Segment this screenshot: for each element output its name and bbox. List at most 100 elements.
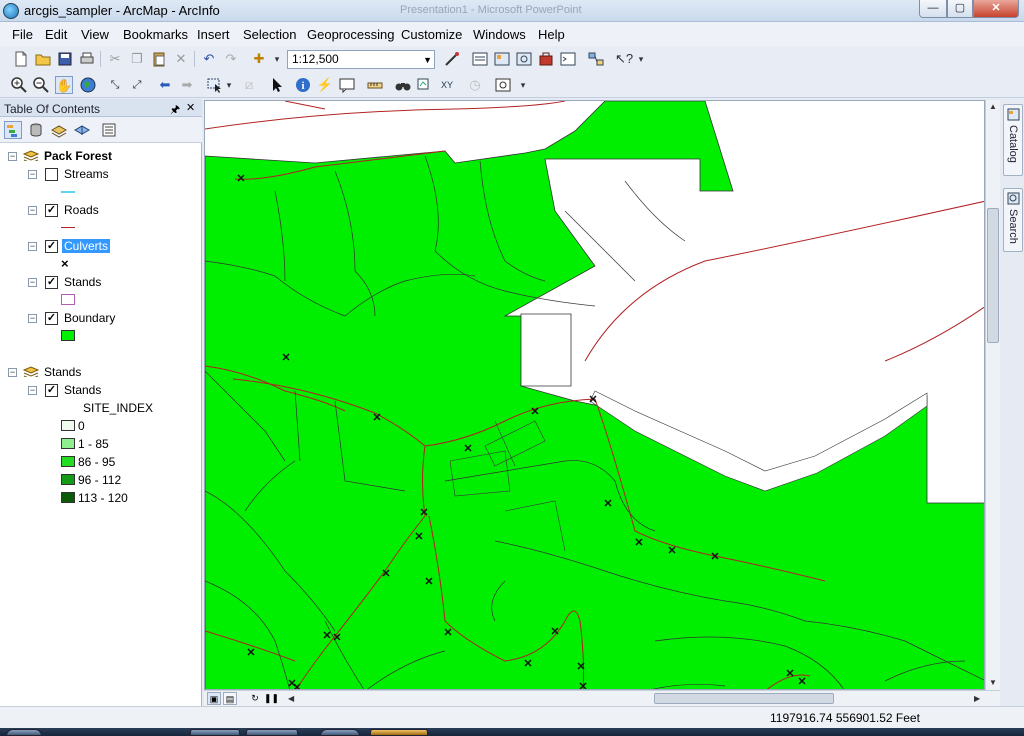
collapse-group-stands[interactable]: −	[8, 368, 17, 377]
list-by-drawing-order-icon[interactable]	[4, 121, 22, 139]
menu-view[interactable]: View	[81, 27, 109, 42]
find-route-icon[interactable]	[416, 76, 434, 94]
python-window-icon[interactable]	[559, 50, 577, 68]
list-by-source-icon[interactable]	[27, 121, 45, 139]
fixed-zoom-out-icon[interactable]: ⤢	[128, 76, 146, 94]
catalog-tab[interactable]: Catalog	[1003, 104, 1023, 176]
search-window-icon[interactable]	[515, 50, 533, 68]
zoom-in-icon[interactable]	[10, 76, 28, 94]
select-dropdown-icon[interactable]: ▾	[224, 76, 234, 94]
chevron-down-icon[interactable]: ▼	[423, 52, 432, 69]
scroll-left-arrow-icon[interactable]: ◀	[288, 694, 294, 703]
close-button[interactable]: ✕	[973, 0, 1019, 18]
pan-hand-icon[interactable]: ✋	[55, 76, 73, 94]
catalog-window-icon[interactable]	[493, 50, 511, 68]
copy-icon[interactable]: ❐	[128, 50, 146, 68]
streams-visibility-checkbox[interactable]	[45, 168, 58, 181]
back-extent-icon[interactable]: ⬅	[156, 76, 174, 94]
add-data-dropdown-icon[interactable]: ▾	[268, 50, 286, 68]
toc-options-icon[interactable]	[100, 121, 118, 139]
html-popup-icon[interactable]	[338, 76, 356, 94]
roads-visibility-checkbox[interactable]: ✓	[45, 204, 58, 217]
layer-name-roads[interactable]: Roads	[64, 201, 99, 219]
measure-icon[interactable]	[366, 76, 384, 94]
culverts-visibility-checkbox[interactable]: ✓	[45, 240, 58, 253]
group-name-stands[interactable]: Stands	[44, 363, 81, 381]
open-folder-icon[interactable]	[34, 50, 52, 68]
go-to-xy-icon[interactable]: XY	[438, 76, 456, 94]
select-elements-arrow-icon[interactable]	[268, 76, 286, 94]
collapse-layer-streams[interactable]: −	[28, 170, 37, 179]
map-vertical-scrollbar[interactable]: ▲ ▼	[985, 100, 1000, 690]
layer-name-stands[interactable]: Stands	[64, 273, 101, 291]
menu-windows[interactable]: Windows	[473, 27, 526, 42]
save-icon[interactable]	[56, 50, 74, 68]
forest-map[interactable]	[205, 101, 985, 690]
minimize-button[interactable]: —	[919, 0, 947, 18]
layer-name-culverts[interactable]: Culverts	[62, 237, 111, 255]
undo-icon[interactable]: ↶	[200, 50, 218, 68]
add-data-icon[interactable]: ✚	[250, 50, 268, 68]
refresh-icon[interactable]: ↻	[248, 692, 262, 705]
menu-selection[interactable]: Selection	[243, 27, 296, 42]
select-features-icon[interactable]	[206, 76, 224, 94]
maximize-button[interactable]: ▢	[947, 0, 973, 18]
taskbar-button[interactable]	[370, 729, 428, 736]
whats-this-help-icon[interactable]: ↖?	[615, 50, 633, 68]
layer-name-boundary[interactable]: Boundary	[64, 309, 115, 327]
full-extent-globe-icon[interactable]	[79, 76, 97, 94]
forward-extent-icon[interactable]: ➡	[178, 76, 196, 94]
zoom-out-icon[interactable]	[32, 76, 50, 94]
pause-drawing-icon[interactable]: ❚❚	[264, 692, 279, 705]
clear-selection-icon[interactable]: ⧄	[240, 76, 258, 94]
boundary-visibility-checkbox[interactable]: ✓	[45, 312, 58, 325]
new-document-icon[interactable]	[12, 50, 30, 68]
collapse-layer-culverts[interactable]: −	[28, 242, 37, 251]
start-orb-icon[interactable]	[6, 729, 42, 736]
taskbar-button[interactable]	[190, 729, 240, 736]
find-binoculars-icon[interactable]	[394, 76, 412, 94]
collapse-layer-stands-site-index[interactable]: −	[28, 386, 37, 395]
horizontal-scroll-thumb[interactable]	[654, 693, 834, 704]
close-icon[interactable]: ✕	[186, 101, 195, 114]
taskbar-button[interactable]	[320, 729, 360, 736]
redo-icon[interactable]: ↷	[222, 50, 240, 68]
print-icon[interactable]	[78, 50, 96, 68]
menu-geoprocessing[interactable]: Geoprocessing	[307, 27, 394, 42]
menu-customize[interactable]: Customize	[401, 27, 462, 42]
menu-help[interactable]: Help	[538, 27, 565, 42]
table-of-contents-icon[interactable]	[471, 50, 489, 68]
menu-bookmarks[interactable]: Bookmarks	[123, 27, 188, 42]
scroll-up-arrow-icon[interactable]: ▲	[989, 102, 997, 111]
editor-toolbar-icon[interactable]	[443, 50, 461, 68]
stands-visibility-checkbox[interactable]: ✓	[45, 276, 58, 289]
cut-icon[interactable]: ✂	[106, 50, 124, 68]
group-name-pack-forest[interactable]: Pack Forest	[44, 147, 112, 165]
menu-insert[interactable]: Insert	[197, 27, 230, 42]
stands-site-index-visibility-checkbox[interactable]: ✓	[45, 384, 58, 397]
hyperlink-icon[interactable]: ⚡	[316, 76, 334, 94]
delete-icon[interactable]: ✕	[172, 50, 190, 68]
toolbar-options-icon[interactable]: ▾	[636, 50, 646, 68]
list-by-visibility-icon[interactable]	[50, 121, 68, 139]
taskbar-button[interactable]	[246, 729, 298, 736]
collapse-group-pack-forest[interactable]: −	[8, 152, 17, 161]
time-slider-icon[interactable]: ◷	[466, 76, 484, 94]
toolbar2-options-icon[interactable]: ▾	[518, 76, 528, 94]
map-scale-combo[interactable]: 1:12,500 ▼	[287, 50, 435, 69]
menu-file[interactable]: File	[12, 27, 33, 42]
arctoolbox-icon[interactable]	[537, 50, 555, 68]
map-display[interactable]	[204, 100, 985, 690]
collapse-layer-roads[interactable]: −	[28, 206, 37, 215]
data-view-icon[interactable]: ▣	[207, 692, 221, 705]
paste-icon[interactable]	[150, 50, 168, 68]
scroll-down-arrow-icon[interactable]: ▼	[989, 678, 997, 687]
collapse-layer-boundary[interactable]: −	[28, 314, 37, 323]
search-tab[interactable]: Search	[1003, 188, 1023, 252]
modelbuilder-icon[interactable]	[587, 50, 605, 68]
menu-edit[interactable]: Edit	[45, 27, 67, 42]
scroll-right-arrow-icon[interactable]: ▶	[974, 694, 980, 703]
vertical-scroll-thumb[interactable]	[987, 208, 999, 343]
collapse-layer-stands[interactable]: −	[28, 278, 37, 287]
list-by-selection-icon[interactable]	[73, 121, 91, 139]
